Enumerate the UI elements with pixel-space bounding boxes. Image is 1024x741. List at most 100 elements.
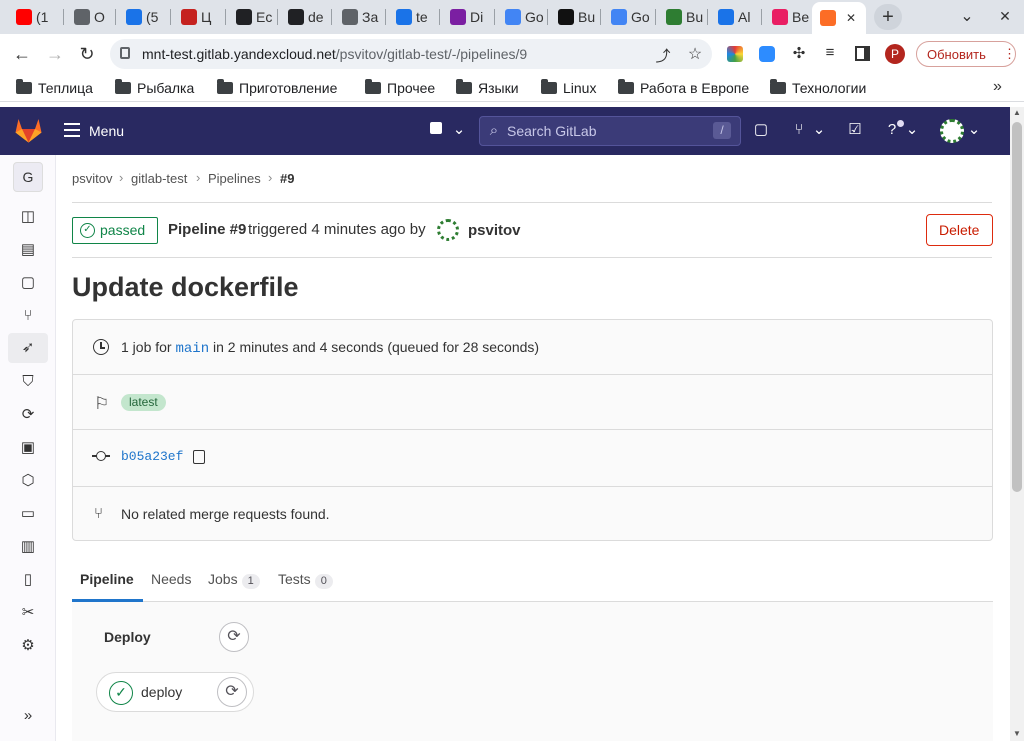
browser-tab[interactable]: de — [280, 4, 328, 30]
tab-pipeline[interactable]: Pipeline — [80, 571, 134, 587]
create-new-icon[interactable] — [430, 122, 442, 134]
merge-requests-icon[interactable]: ⑂ — [790, 120, 808, 140]
bookmark-folder[interactable]: Linux — [541, 79, 596, 97]
browser-tab[interactable]: Ec — [228, 4, 276, 30]
new-tab-button[interactable]: + — [874, 4, 902, 30]
status-badge[interactable]: ✓ passed — [72, 217, 158, 244]
create-chevron-down-icon[interactable]: ⌄ — [452, 120, 466, 140]
project-avatar[interactable]: G — [13, 162, 43, 192]
bookmark-folder[interactable]: Технологии — [770, 79, 866, 97]
browser-tab[interactable]: Di — [442, 4, 490, 30]
browser-tab[interactable]: Ц — [173, 4, 221, 30]
lock-icon[interactable] — [120, 47, 130, 59]
copy-clipboard-icon[interactable] — [193, 450, 205, 464]
bookmark-folder[interactable]: Рыбалка — [115, 79, 194, 97]
ci-cd-rocket-icon[interactable]: ➶ — [18, 338, 38, 358]
delete-button[interactable]: Delete — [926, 214, 993, 246]
browser-tab[interactable]: (1 — [8, 4, 56, 30]
security-shield-icon[interactable]: ⛉ — [18, 372, 38, 392]
bookmark-star-icon[interactable]: ☆ — [686, 44, 704, 63]
tab-separator — [115, 9, 116, 25]
breadcrumb-item-pipelines[interactable]: Pipelines — [208, 171, 261, 186]
url-text[interactable]: mnt-test.gitlab.yandexcloud.net/psvitov/… — [142, 46, 527, 62]
extensions-puzzle-icon[interactable]: ✣ — [790, 44, 808, 62]
browser-tab[interactable]: O — [66, 4, 114, 30]
branch-link[interactable]: main — [175, 341, 209, 357]
scrollbar-thumb[interactable] — [1012, 122, 1022, 492]
snippets-scissors-icon[interactable]: ✂ — [18, 603, 38, 623]
issues-sidebar-icon[interactable]: ▢ — [18, 273, 38, 293]
browser-tab[interactable]: Al — [710, 4, 758, 30]
tab-needs[interactable]: Needs — [151, 571, 191, 587]
bookmark-folder[interactable]: Языки — [456, 79, 519, 97]
browser-tab[interactable]: Be — [764, 4, 812, 30]
browser-tab[interactable]: Go — [603, 4, 651, 30]
tab-tests[interactable]: Tests 0 — [278, 571, 333, 589]
browser-tab[interactable]: (5 — [118, 4, 166, 30]
user-avatar[interactable] — [940, 119, 964, 143]
active-tab[interactable]: ✕ — [812, 2, 866, 34]
todo-checkbox-icon[interactable]: ☑ — [846, 120, 864, 140]
gitlab-logo-icon[interactable] — [15, 118, 42, 143]
media-queue-icon[interactable]: ≡ — [821, 44, 839, 62]
wiki-book-icon[interactable]: ▯ — [18, 570, 38, 590]
zoom-extension-icon[interactable] — [759, 46, 775, 62]
scroll-up-arrow-icon[interactable]: ▲ — [1012, 108, 1022, 118]
infrastructure-icon[interactable]: ⬡ — [18, 471, 38, 491]
user-avatar-small[interactable] — [437, 219, 459, 241]
profile-avatar[interactable]: P — [885, 44, 905, 64]
retry-stage-icon[interactable]: ⟳ — [219, 622, 249, 652]
hamburger-menu-icon[interactable] — [64, 123, 80, 137]
merge-requests-sidebar-icon[interactable]: ⑂ — [18, 306, 38, 326]
packages-icon[interactable]: ▣ — [18, 438, 38, 458]
breadcrumb-item-project[interactable]: gitlab-test — [131, 171, 187, 186]
project-overview-icon[interactable]: ◫ — [18, 207, 38, 227]
bookmarks-overflow-icon[interactable]: » — [993, 78, 1002, 96]
tab-search-dropdown-icon[interactable]: ⌄ — [956, 6, 978, 28]
tab-separator — [170, 9, 171, 25]
breadcrumb-item-user[interactable]: psvitov — [72, 171, 112, 186]
search-placeholder: Search GitLab — [507, 123, 597, 139]
bookmark-folder[interactable]: Приготовление — [217, 79, 337, 97]
browser-tab[interactable]: Go — [497, 4, 545, 30]
kebab-menu-icon[interactable]: ⋮ — [1003, 46, 1016, 62]
bookmark-folder[interactable]: Прочее — [365, 79, 435, 97]
monitor-icon[interactable]: ▭ — [18, 504, 38, 524]
back-arrow-icon[interactable]: ← — [12, 44, 32, 64]
deployments-icon[interactable]: ⟳ — [18, 405, 38, 425]
tab-favicon-icon — [16, 9, 32, 25]
help-chevron-down-icon[interactable]: ⌄ — [905, 120, 919, 140]
retry-job-icon[interactable]: ⟳ — [217, 677, 247, 707]
merge-requests-chevron-down-icon[interactable]: ⌄ — [812, 120, 826, 140]
share-icon[interactable]: ⤴ — [654, 45, 672, 65]
bookmark-folder[interactable]: Работа в Европе — [618, 79, 749, 97]
pipeline-user-link[interactable]: psvitov — [468, 222, 521, 239]
tab-title: Ec — [256, 9, 273, 25]
browser-tab[interactable]: te — [388, 4, 436, 30]
browser-tab[interactable]: Bu — [658, 4, 706, 30]
settings-gear-icon[interactable]: ⚙ — [18, 636, 38, 656]
tab-separator — [385, 9, 386, 25]
job-pill[interactable]: ✓ deploy ⟳ — [96, 672, 254, 712]
analytics-chart-icon[interactable]: ▥ — [18, 537, 38, 557]
scroll-down-arrow-icon[interactable]: ▼ — [1012, 729, 1022, 739]
browser-tab[interactable]: Bu — [550, 4, 598, 30]
reload-icon[interactable]: ↻ — [77, 44, 97, 64]
breadcrumb-item-current[interactable]: #9 — [280, 171, 294, 186]
side-panel-icon[interactable] — [855, 46, 870, 61]
user-chevron-down-icon[interactable]: ⌄ — [967, 120, 981, 140]
window-close-button[interactable]: ✕ — [996, 8, 1014, 26]
browser-tab[interactable]: За — [334, 4, 382, 30]
issues-icon[interactable]: ▢ — [752, 120, 770, 140]
tab-close-icon[interactable]: ✕ — [846, 11, 856, 25]
repository-icon[interactable]: ▤ — [18, 240, 38, 260]
bookmark-folder[interactable]: Теплица — [16, 79, 93, 97]
tab-jobs[interactable]: Jobs 1 — [208, 571, 260, 589]
menu-button-label[interactable]: Menu — [89, 123, 124, 139]
update-browser-button[interactable]: Обновить ⋮ — [916, 41, 1016, 67]
commit-sha-link[interactable]: b05a23ef — [121, 449, 183, 464]
expand-sidebar-icon[interactable]: » — [18, 706, 38, 726]
forward-arrow-icon[interactable]: → — [45, 44, 65, 64]
divider — [73, 486, 992, 487]
extension-colorful-icon[interactable] — [727, 46, 743, 62]
